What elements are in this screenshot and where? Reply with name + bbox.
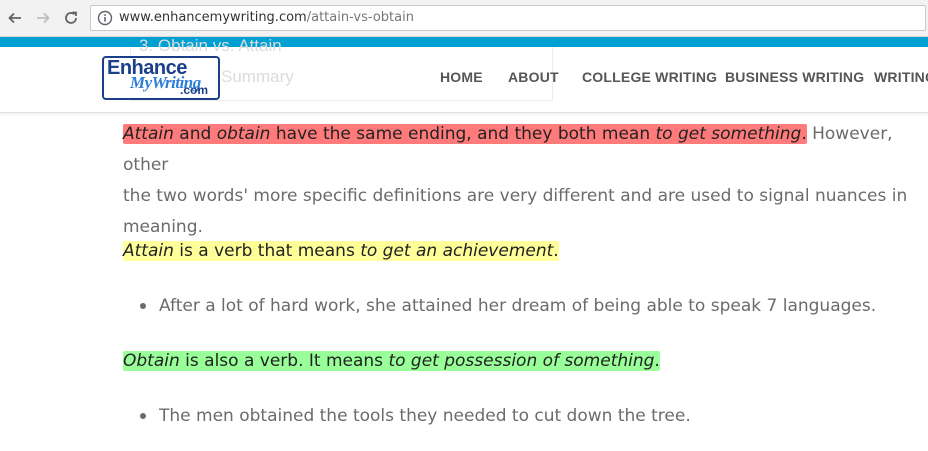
menu-item-about[interactable]: ABOUT xyxy=(508,69,559,85)
obtain-definition: Obtain is also a verb. It means to get p… xyxy=(123,346,923,377)
info-icon[interactable] xyxy=(97,10,113,26)
url-domain: www.enhancemywriting.com xyxy=(119,10,307,25)
reload-button[interactable] xyxy=(60,7,82,29)
intro-paragraph: Attain and obtain have the same ending, … xyxy=(123,119,923,243)
forward-button[interactable] xyxy=(32,7,54,29)
example-sentence: The men obtained the tools they needed t… xyxy=(159,406,691,426)
site-header: 3. Obtain vs. Attain Summary Enhance MyW… xyxy=(0,36,928,113)
word-attain: Attain xyxy=(123,241,174,261)
word-obtain: obtain xyxy=(216,124,271,144)
text-segment: have the same ending, and they both mean xyxy=(270,124,656,144)
back-button[interactable] xyxy=(4,7,26,29)
menu-item-home[interactable]: HOME xyxy=(440,69,483,85)
menu-item-college-writing[interactable]: COLLEGE WRITING xyxy=(582,69,717,85)
text-segment: . xyxy=(654,351,660,371)
menu-item-writing[interactable]: WRITING xyxy=(874,69,928,85)
url-path: /attain-vs-obtain xyxy=(306,10,414,25)
bullet-dot xyxy=(140,303,146,309)
highlight-green: Obtain is also a verb. It means to get p… xyxy=(123,351,660,371)
word-obtain: Obtain xyxy=(123,351,180,371)
attain-definition: Attain is a verb that means to get an ac… xyxy=(123,236,923,267)
text-segment: is also a verb. It means xyxy=(179,351,389,371)
ghost-toc-item: 3. Obtain vs. Attain xyxy=(139,36,282,55)
phrase-to-get-possession: to get possession of something xyxy=(388,351,655,371)
phrase-to-get-something: to get something xyxy=(655,124,802,144)
text-line: meaning. xyxy=(123,217,203,237)
menu-item-business-writing[interactable]: BUSINESS WRITING xyxy=(725,69,864,85)
text-segment: . xyxy=(553,241,559,261)
forward-arrow-icon xyxy=(37,12,50,24)
main-menu: HOME ABOUT COLLEGE WRITING BUSINESS WRIT… xyxy=(0,69,928,89)
text-segment: is a verb that means xyxy=(173,241,361,261)
reload-icon xyxy=(65,11,77,24)
back-arrow-icon xyxy=(8,12,21,24)
highlight-red: Attain and obtain have the same ending, … xyxy=(123,124,807,144)
text-line: the two words' more specific definitions… xyxy=(123,186,908,206)
address-bar[interactable]: www.enhancemywriting.com/attain-vs-obtai… xyxy=(90,5,926,31)
highlight-yellow: Attain is a verb that means to get an ac… xyxy=(123,241,559,261)
text-segment: and xyxy=(173,124,217,144)
bullet-dot xyxy=(140,413,146,419)
url-text[interactable]: www.enhancemywriting.com/attain-vs-obtai… xyxy=(119,10,414,26)
article-content: Attain and obtain have the same ending, … xyxy=(0,113,928,451)
example-sentence: After a lot of hard work, she attained h… xyxy=(159,296,877,316)
browser-toolbar: www.enhancemywriting.com/attain-vs-obtai… xyxy=(0,0,928,37)
phrase-to-get-an-achievement: to get an achievement xyxy=(360,241,554,261)
word-attain: Attain xyxy=(123,124,174,144)
